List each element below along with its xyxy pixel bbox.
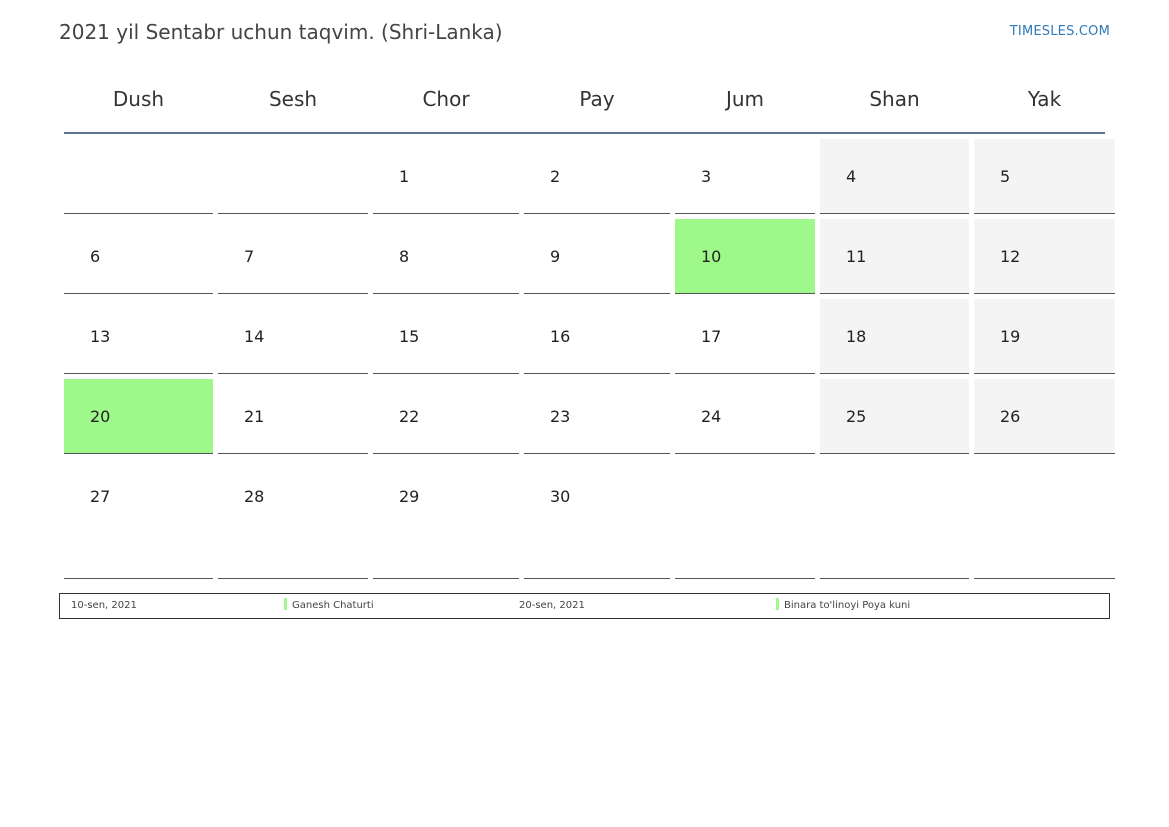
empty-day-cell (64, 139, 213, 214)
day-cell: 14 (218, 299, 368, 374)
day-cell: 11 (820, 219, 969, 294)
day-number: 25 (846, 407, 867, 426)
day-cell: 8 (373, 219, 519, 294)
day-cell: 22 (373, 379, 519, 454)
calendar-week: 6 7 8 9 10 11 12 (64, 219, 1115, 294)
day-number: 11 (846, 247, 867, 266)
holiday-legend: 10-sen, 2021 Ganesh Chaturti 20-sen, 202… (59, 593, 1110, 619)
empty-day-cell (218, 139, 368, 214)
day-number: 21 (244, 407, 265, 426)
day-cell: 3 (675, 139, 815, 214)
day-cell: 6 (64, 219, 213, 294)
calendar-week: 27 28 29 30 (64, 459, 1115, 579)
day-number: 1 (399, 167, 410, 186)
weekday-saturday: Shan (869, 87, 920, 111)
day-number: 13 (90, 327, 111, 346)
day-cell: 2 (524, 139, 670, 214)
holiday-day-cell: 10 (675, 219, 815, 294)
day-cell: 17 (675, 299, 815, 374)
day-number: 23 (550, 407, 571, 426)
day-number: 30 (550, 487, 571, 506)
weekday-header: Dush Sesh Chor Pay Jum Shan Yak (64, 70, 1105, 134)
day-number: 29 (399, 487, 420, 506)
holiday-marker-icon (284, 598, 287, 610)
legend-holiday-name: Ganesh Chaturti (292, 600, 374, 611)
weekday-friday: Jum (725, 87, 765, 111)
calendar-week: 20 21 22 23 24 25 26 (64, 379, 1115, 454)
weekday-monday: Dush (112, 87, 165, 111)
calendar-week: 13 14 15 16 17 18 19 (64, 299, 1115, 374)
day-number: 19 (1000, 327, 1021, 346)
legend-date: 10-sen, 2021 (71, 600, 137, 611)
weekday-wednesday: Chor (422, 87, 470, 111)
day-number: 20 (90, 407, 111, 426)
day-number: 26 (1000, 407, 1021, 426)
calendar-weeks: 1 2 3 4 5 6 7 8 9 10 11 12 13 14 15 16 17 18 19 20 21 22 23 24 2… (64, 139, 1115, 579)
day-number: 14 (244, 327, 265, 346)
holiday-day-cell: 20 (64, 379, 213, 454)
day-number: 18 (846, 327, 867, 346)
day-cell: 26 (974, 379, 1115, 454)
day-cell: 13 (64, 299, 213, 374)
day-number: 2 (550, 167, 561, 186)
day-cell: 7 (218, 219, 368, 294)
empty-day-cell (820, 459, 969, 579)
day-cell: 15 (373, 299, 519, 374)
day-number: 16 (550, 327, 571, 346)
day-cell: 23 (524, 379, 670, 454)
day-cell: 5 (974, 139, 1115, 214)
brand-link[interactable]: TIMESLES.COM (1010, 24, 1110, 39)
empty-day-cell (974, 459, 1115, 579)
day-number: 15 (399, 327, 420, 346)
day-cell: 9 (524, 219, 670, 294)
day-number: 12 (1000, 247, 1021, 266)
day-number: 10 (701, 247, 722, 266)
holiday-marker-icon (776, 598, 779, 610)
calendar-week: 1 2 3 4 5 (64, 139, 1115, 214)
day-number: 6 (90, 247, 101, 266)
day-number: 24 (701, 407, 722, 426)
day-cell: 19 (974, 299, 1115, 374)
day-cell: 24 (675, 379, 815, 454)
day-number: 7 (244, 247, 255, 266)
day-cell: 27 (64, 459, 213, 579)
day-cell: 4 (820, 139, 969, 214)
day-number: 28 (244, 487, 265, 506)
day-number: 8 (399, 247, 410, 266)
legend-holiday-entry: Ganesh Chaturti (284, 594, 374, 618)
day-number: 3 (701, 167, 712, 186)
day-number: 4 (846, 167, 857, 186)
day-number: 17 (701, 327, 722, 346)
day-cell: 25 (820, 379, 969, 454)
day-number: 27 (90, 487, 111, 506)
page-title: 2021 yil Sentabr uchun taqvim. (Shri-Lan… (59, 20, 503, 44)
legend-holiday-entry: Binara to'linoyi Poya kuni (776, 594, 910, 618)
weekday-thursday: Pay (579, 87, 615, 111)
empty-day-cell (675, 459, 815, 579)
weekday-tuesday: Sesh (268, 87, 318, 111)
legend-date: 20-sen, 2021 (519, 600, 585, 611)
day-cell: 16 (524, 299, 670, 374)
day-cell: 1 (373, 139, 519, 214)
day-cell: 12 (974, 219, 1115, 294)
day-cell: 29 (373, 459, 519, 579)
day-cell: 18 (820, 299, 969, 374)
day-number: 5 (1000, 167, 1011, 186)
calendar-grid: Dush Sesh Chor Pay Jum Shan Yak 12345678… (64, 70, 1115, 584)
day-number: 22 (399, 407, 420, 426)
weekday-sunday: Yak (1027, 87, 1062, 111)
day-number: 9 (550, 247, 561, 266)
day-cell: 28 (218, 459, 368, 579)
day-cell: 30 (524, 459, 670, 579)
day-cell: 21 (218, 379, 368, 454)
legend-holiday-name: Binara to'linoyi Poya kuni (784, 600, 911, 611)
